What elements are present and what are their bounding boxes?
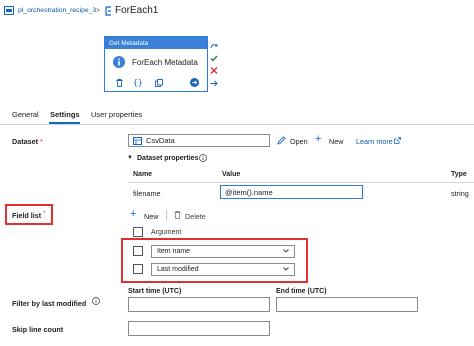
argument-column-header: Argument [151,229,182,236]
tab-general[interactable]: General [12,110,39,119]
column-header-type: Type [451,171,467,178]
copy-icon[interactable] [155,79,163,87]
filter-by-last-modified-label: Filter by last modified [12,299,87,308]
skip-line-count-input[interactable] [128,321,270,336]
field-list-label: Field list * [12,211,46,220]
add-field-plus-icon[interactable]: + [130,208,136,220]
breadcrumb-current: ForEach1 [115,5,159,16]
delete-icon[interactable] [116,79,123,87]
pipeline-icon [4,6,14,15]
code-icon[interactable]: {} [133,78,143,87]
field-item-value: Last modified [157,266,199,273]
field-item-select[interactable]: Last modified [151,263,295,276]
field-item-select[interactable]: Item name [151,245,295,258]
select-all-checkbox[interactable] [133,227,143,237]
add-field-button[interactable]: New [144,212,158,221]
skip-connector-icon[interactable] [210,43,218,50]
tab-settings[interactable]: Settings [50,110,80,119]
chevron-down-icon [283,266,289,271]
property-type: string [451,189,469,198]
start-time-label: Start time (UTC) [128,288,182,295]
field-item-checkbox[interactable] [133,264,143,274]
field-item-checkbox[interactable] [133,246,143,256]
end-time-input[interactable] [276,297,418,312]
info-circle-icon [92,297,100,305]
learn-more-link[interactable]: Learn more [356,137,393,146]
success-connector-icon[interactable] [210,55,218,62]
property-name: filename [133,189,161,198]
delete-field-icon[interactable] [174,211,181,219]
completion-connector-icon[interactable] [210,80,218,87]
field-item-value: Item name [157,248,191,255]
breadcrumb: pl_orchestration_recipe_3 > ForEach1 [4,4,204,18]
activity-name: ForEach Metadata [132,58,198,67]
open-dataset-link[interactable]: Open [290,137,308,146]
end-time-label: End time (UTC) [276,288,327,295]
dataset-properties-toggle[interactable]: Dataset properties [137,155,198,162]
breadcrumb-pipeline-link[interactable]: pl_orchestration_recipe_3 [18,7,96,14]
delete-field-button[interactable]: Delete [185,212,206,221]
info-icon [113,56,125,68]
column-header-name: Name [133,171,153,178]
go-arrow-icon[interactable] [190,78,199,87]
dataset-label: Dataset * [12,137,43,146]
property-value: @item().name [225,187,273,197]
dataset-value: CsvData [146,136,175,145]
properties-header-divider [128,182,474,183]
dataset-select[interactable]: CsvData [128,134,270,147]
breadcrumb-separator: > [96,7,100,14]
start-time-input[interactable] [128,297,270,312]
tab-bar: General Settings User properties [0,106,474,126]
skip-line-count-label: Skip line count [12,325,64,334]
tab-user-properties[interactable]: User properties [91,110,142,119]
dataset-icon [133,136,142,145]
tab-divider [0,124,474,125]
property-value-input[interactable]: @item().name [220,185,363,199]
column-header-value: Value [222,171,241,178]
activity-card[interactable]: Get Metadata ForEach Metadata {} [104,36,208,92]
foreach-icon [105,6,113,16]
external-link-icon[interactable] [394,137,401,144]
chevron-down-icon [283,248,289,253]
failure-connector-icon[interactable] [210,67,218,74]
activity-type-label: Get Metadata [105,37,207,49]
toolbar-separator [166,210,167,221]
chevron-down-icon[interactable]: ▼ [127,155,133,161]
new-dataset-plus-icon[interactable]: + [315,133,321,145]
info-circle-icon [199,154,207,162]
new-dataset-link[interactable]: New [329,137,343,146]
edit-icon[interactable] [277,136,286,145]
